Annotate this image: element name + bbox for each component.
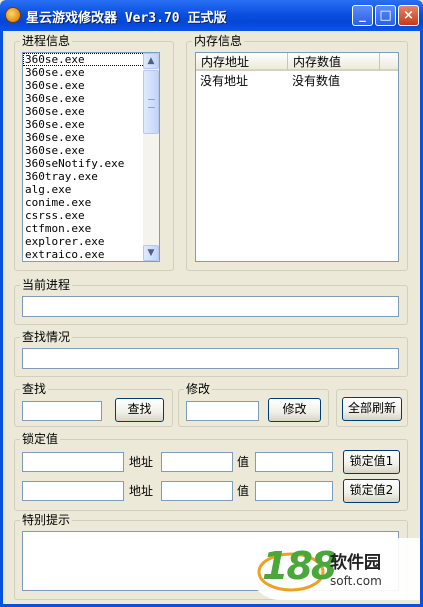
process-list-item[interactable]: 360se.exe [23, 131, 159, 144]
process-list-item[interactable]: conime.exe [23, 196, 159, 209]
process-list-item[interactable]: 360tray.exe [23, 170, 159, 183]
process-list-item[interactable]: 360seNotify.exe [23, 157, 159, 170]
modify-label: 修改 [184, 381, 213, 397]
process-info-label: 进程信息 [20, 33, 73, 49]
lock-value-1-button[interactable]: 锁定值1 [343, 450, 400, 474]
scroll-grip-icon [148, 99, 155, 108]
column-header-address[interactable]: 内存地址 [196, 53, 288, 71]
title-bar[interactable]: 星云游戏修改器 Ver3.70 正式版 _ □ × [0, 0, 423, 31]
watermark-site-name: 软件园 [330, 553, 381, 573]
search-button[interactable]: 查找 [115, 398, 164, 422]
modify-button[interactable]: 修改 [268, 398, 321, 422]
search-status-label: 查找情况 [20, 329, 73, 345]
process-list-item[interactable]: explorer.exe [23, 235, 159, 248]
process-list-item[interactable]: 360se.exe [23, 118, 159, 131]
process-list-scrollbar[interactable]: ▲ ▼ [143, 53, 159, 261]
watermark-url: soft.com [330, 574, 382, 588]
maximize-button[interactable]: □ [375, 5, 396, 26]
app-icon [5, 7, 21, 23]
process-list-item[interactable]: 360se.exe [23, 53, 159, 66]
process-list-item[interactable]: alg.exe [23, 183, 159, 196]
column-header-value[interactable]: 内存数值 [288, 53, 380, 71]
minimize-button[interactable]: _ [352, 5, 373, 26]
lock-address-label-2: 地址 [129, 484, 154, 498]
window-title: 星云游戏修改器 Ver3.70 正式版 [26, 11, 227, 26]
process-list-item[interactable]: extraico.exe [23, 248, 159, 261]
process-list-item[interactable]: 360se.exe [23, 79, 159, 92]
site-watermark: 188 软件园 soft.com [250, 538, 420, 600]
current-process-field[interactable] [22, 296, 399, 317]
lock-value-label-2: 值 [237, 484, 250, 498]
notice-label: 特别提示 [20, 512, 73, 528]
lock-value-label: 锁定值 [20, 431, 61, 447]
process-list-rows: 360se.exe 360se.exe 360se.exe 360se.exe 360s… [23, 53, 159, 261]
process-list-item[interactable]: ctfmon.exe [23, 222, 159, 235]
window-frame-left [0, 31, 3, 607]
current-process-label: 当前进程 [20, 277, 73, 293]
scroll-up-icon[interactable]: ▲ [143, 53, 159, 69]
lock-value-input-1[interactable] [255, 452, 333, 472]
watermark-number: 188 [262, 544, 337, 588]
search-status-field[interactable] [22, 348, 399, 369]
memory-table[interactable]: 内存地址 内存数值 没有地址 没有数值 [195, 52, 399, 262]
lock-value-input-2[interactable] [255, 481, 333, 501]
column-header-filler [380, 53, 398, 71]
memory-row-value[interactable]: 没有数值 [288, 72, 380, 90]
lock-address-input-1[interactable] [161, 452, 233, 472]
process-list-item[interactable]: 360se.exe [23, 144, 159, 157]
lock-name-input-2[interactable] [22, 481, 124, 501]
lock-value-label-1: 值 [237, 455, 250, 469]
lock-address-label-1: 地址 [129, 455, 154, 469]
memory-row-address[interactable]: 没有地址 [196, 72, 288, 90]
lock-address-input-2[interactable] [161, 481, 233, 501]
lock-name-input-1[interactable] [22, 452, 124, 472]
process-list-item[interactable]: csrss.exe [23, 209, 159, 222]
search-label: 查找 [20, 381, 49, 397]
scroll-down-icon[interactable]: ▼ [143, 245, 159, 261]
process-list-item[interactable]: 360se.exe [23, 105, 159, 118]
memory-info-label: 内存信息 [192, 33, 245, 49]
scroll-thumb[interactable] [143, 70, 159, 134]
process-list[interactable]: 360se.exe 360se.exe 360se.exe 360se.exe 360s… [22, 52, 160, 262]
refresh-all-button[interactable]: 全部刷新 [342, 397, 402, 421]
process-list-item[interactable]: 360se.exe [23, 66, 159, 79]
process-list-item[interactable]: 360se.exe [23, 92, 159, 105]
lock-value-2-button[interactable]: 锁定值2 [343, 479, 400, 503]
modify-input[interactable] [186, 401, 259, 421]
search-input[interactable] [22, 401, 102, 421]
close-button[interactable]: × [398, 5, 419, 26]
